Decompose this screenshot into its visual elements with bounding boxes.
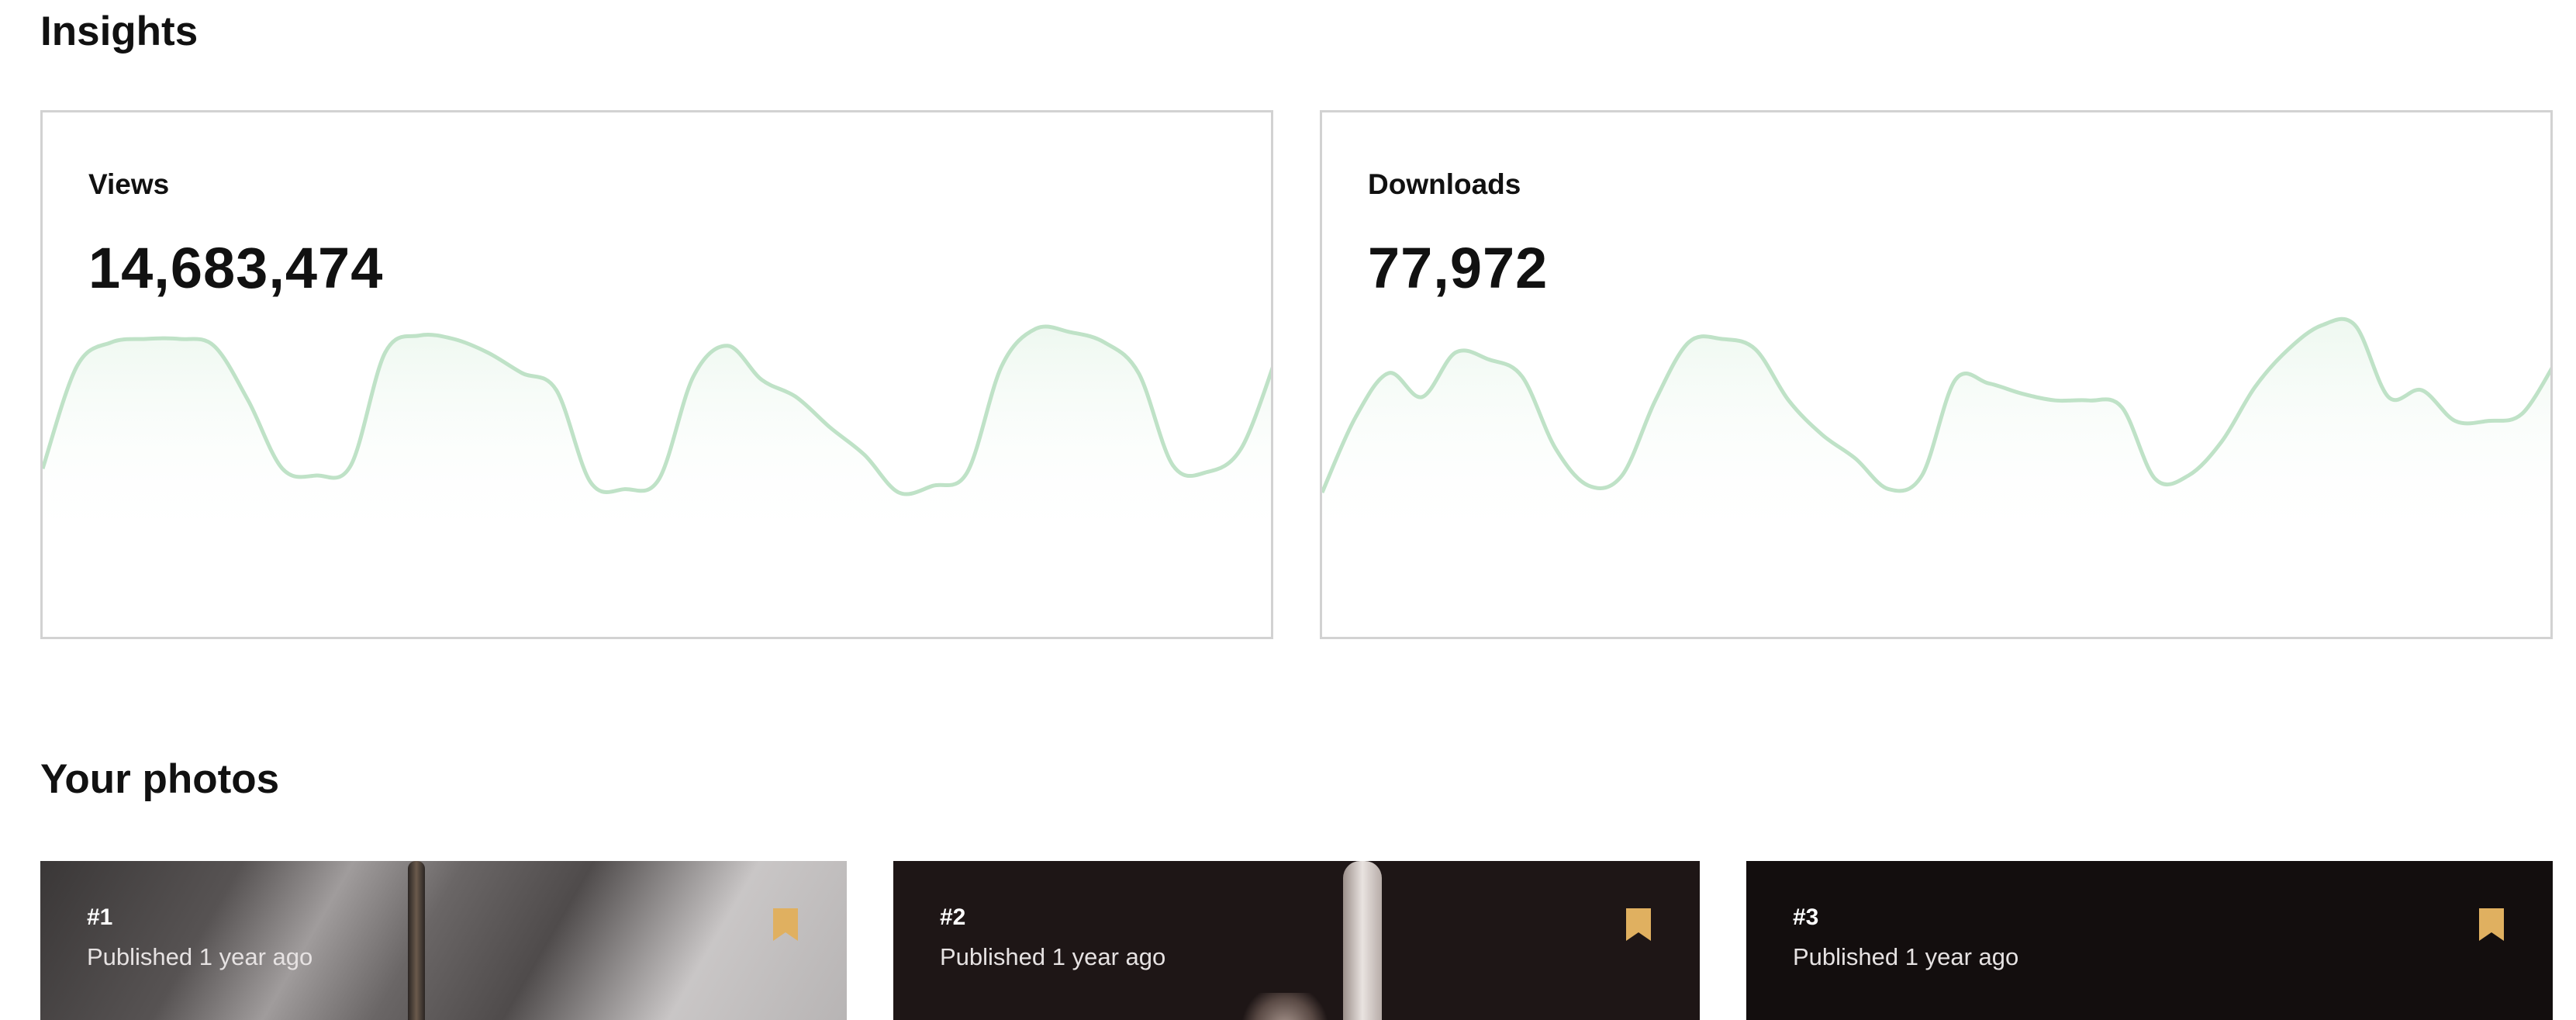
photo-figure bbox=[1343, 861, 1382, 1020]
photo-published-date: Published 1 year ago bbox=[87, 943, 313, 970]
insights-page: Insights Views 14,683,474 Downloads 77,9… bbox=[0, 0, 2576, 1020]
photo-card-3[interactable]: #3 Published 1 year ago bbox=[1746, 861, 2553, 1020]
views-card[interactable]: Views 14,683,474 bbox=[40, 110, 1273, 639]
bookmark-icon[interactable] bbox=[1624, 906, 1653, 943]
photo-rank: #3 bbox=[1793, 904, 1819, 930]
photo-published-date: Published 1 year ago bbox=[1793, 943, 2019, 970]
your-photos-heading: Your photos bbox=[40, 756, 280, 802]
photo-published-date: Published 1 year ago bbox=[940, 943, 1166, 970]
bookmark-icon[interactable] bbox=[2477, 906, 2506, 943]
downloads-card[interactable]: Downloads 77,972 bbox=[1320, 110, 2553, 639]
photo-card-2[interactable]: #2 Published 1 year ago bbox=[893, 861, 1700, 1020]
photo-rank: #1 bbox=[87, 904, 113, 930]
photo-card-1[interactable]: #1 Published 1 year ago bbox=[40, 861, 847, 1020]
views-label: Views bbox=[88, 168, 170, 200]
bookmark-icon[interactable] bbox=[771, 906, 800, 943]
photo-figure bbox=[408, 861, 425, 1020]
insights-heading: Insights bbox=[40, 9, 199, 54]
downloads-count: 77,972 bbox=[1368, 236, 1549, 300]
views-sparkline bbox=[43, 324, 1271, 547]
downloads-label: Downloads bbox=[1368, 168, 1521, 200]
photo-figure bbox=[1238, 993, 1331, 1020]
views-count: 14,683,474 bbox=[88, 236, 384, 300]
photo-rank: #2 bbox=[940, 904, 966, 930]
